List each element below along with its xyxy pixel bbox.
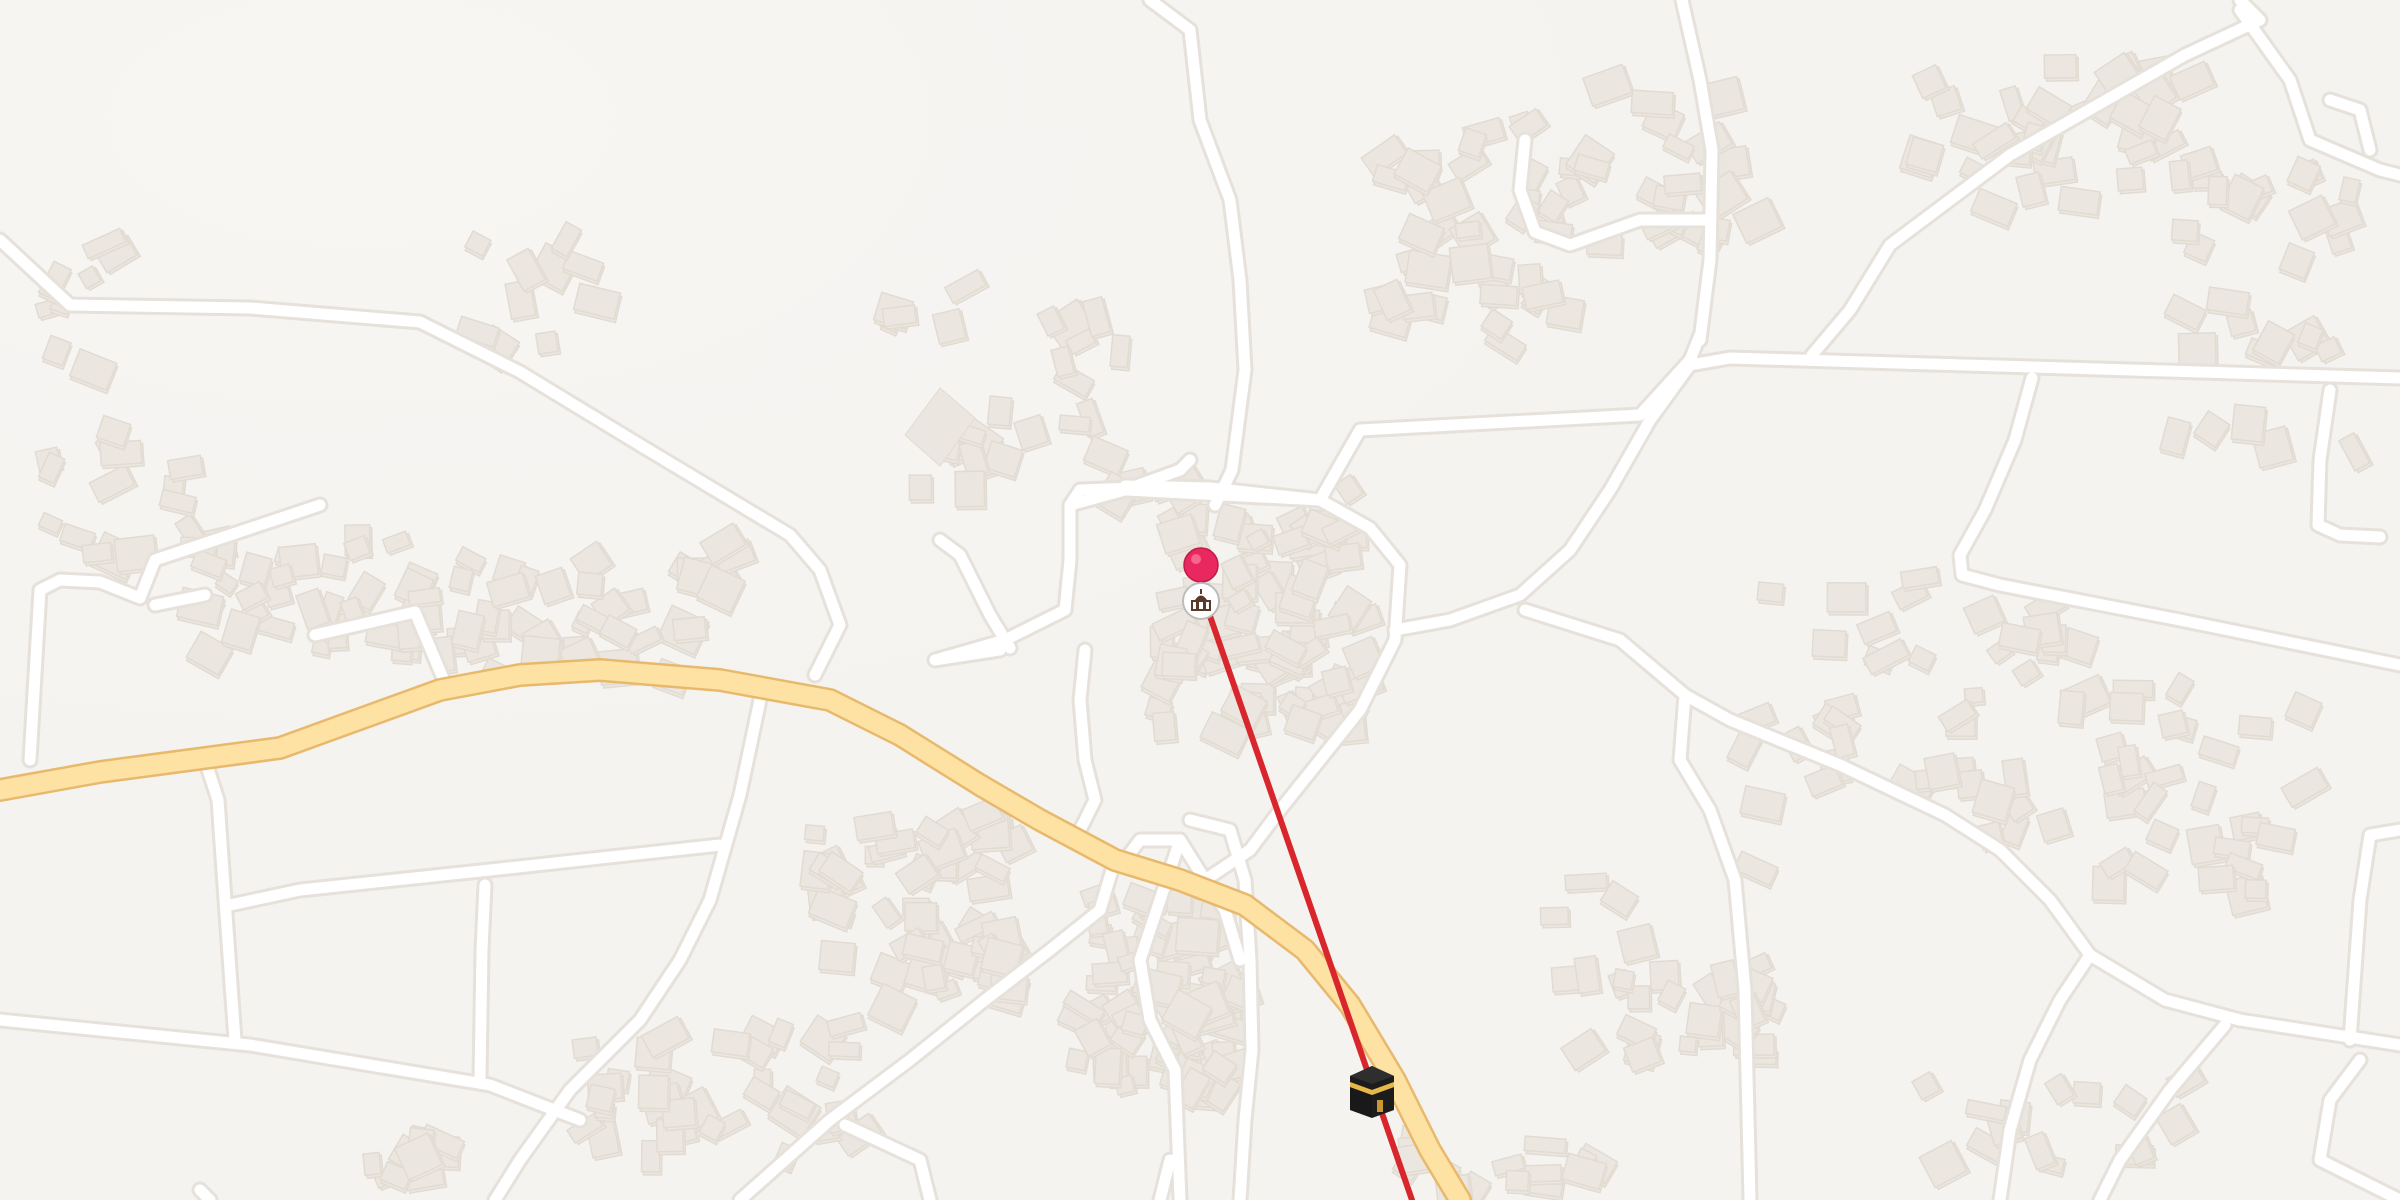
kaaba-marker[interactable] <box>1344 1062 1400 1125</box>
building <box>2197 864 2238 895</box>
building <box>2205 286 2252 320</box>
building <box>1662 172 1705 198</box>
building <box>361 1151 385 1180</box>
building <box>2157 709 2191 742</box>
building <box>1678 1035 1700 1057</box>
road[interactable] <box>194 1184 216 1200</box>
building <box>1454 220 1484 242</box>
building <box>954 470 988 511</box>
building <box>319 553 350 582</box>
mosque-marker[interactable] <box>1180 580 1222 627</box>
building <box>534 330 562 358</box>
building <box>671 615 710 645</box>
building <box>585 1083 618 1117</box>
building <box>1616 922 1661 967</box>
building <box>575 571 606 601</box>
building <box>1523 1135 1569 1158</box>
building <box>637 1074 672 1113</box>
building <box>1826 581 1869 616</box>
building <box>881 304 920 331</box>
building <box>1151 710 1180 746</box>
building <box>2207 175 2230 209</box>
building <box>803 823 828 846</box>
building <box>2115 166 2147 195</box>
building <box>1573 954 1604 997</box>
road[interactable] <box>474 879 491 1086</box>
building <box>2170 218 2201 246</box>
building <box>1058 414 1093 437</box>
building <box>1630 89 1677 119</box>
building <box>2043 53 2080 82</box>
building <box>2108 691 2146 725</box>
building <box>827 1040 863 1062</box>
building <box>1320 665 1355 699</box>
building <box>2237 714 2275 741</box>
building <box>1479 283 1521 310</box>
building <box>1161 651 1199 682</box>
building <box>818 939 858 977</box>
building <box>986 395 1015 431</box>
building <box>1109 333 1133 372</box>
building <box>2230 403 2269 447</box>
building <box>81 541 116 567</box>
building <box>1505 1169 1532 1195</box>
building <box>2072 1080 2104 1109</box>
map-view[interactable] <box>0 0 2400 1200</box>
building <box>1564 872 1610 894</box>
building <box>1756 581 1787 607</box>
building <box>2057 689 2087 730</box>
building <box>1174 916 1222 958</box>
building <box>710 1028 753 1061</box>
kaaba-icon <box>1350 1066 1394 1118</box>
building <box>1685 1001 1725 1042</box>
building <box>2244 878 2269 903</box>
building <box>2057 185 2103 220</box>
building <box>166 454 207 483</box>
building <box>1448 242 1495 287</box>
building <box>1539 906 1572 929</box>
building <box>2168 159 2194 195</box>
building <box>1404 249 1454 293</box>
mosque-icon <box>1182 582 1220 620</box>
building <box>1923 752 1964 794</box>
building <box>853 810 898 845</box>
building <box>448 565 476 597</box>
building <box>908 474 935 504</box>
building <box>1811 628 1849 662</box>
building <box>1611 967 1637 995</box>
